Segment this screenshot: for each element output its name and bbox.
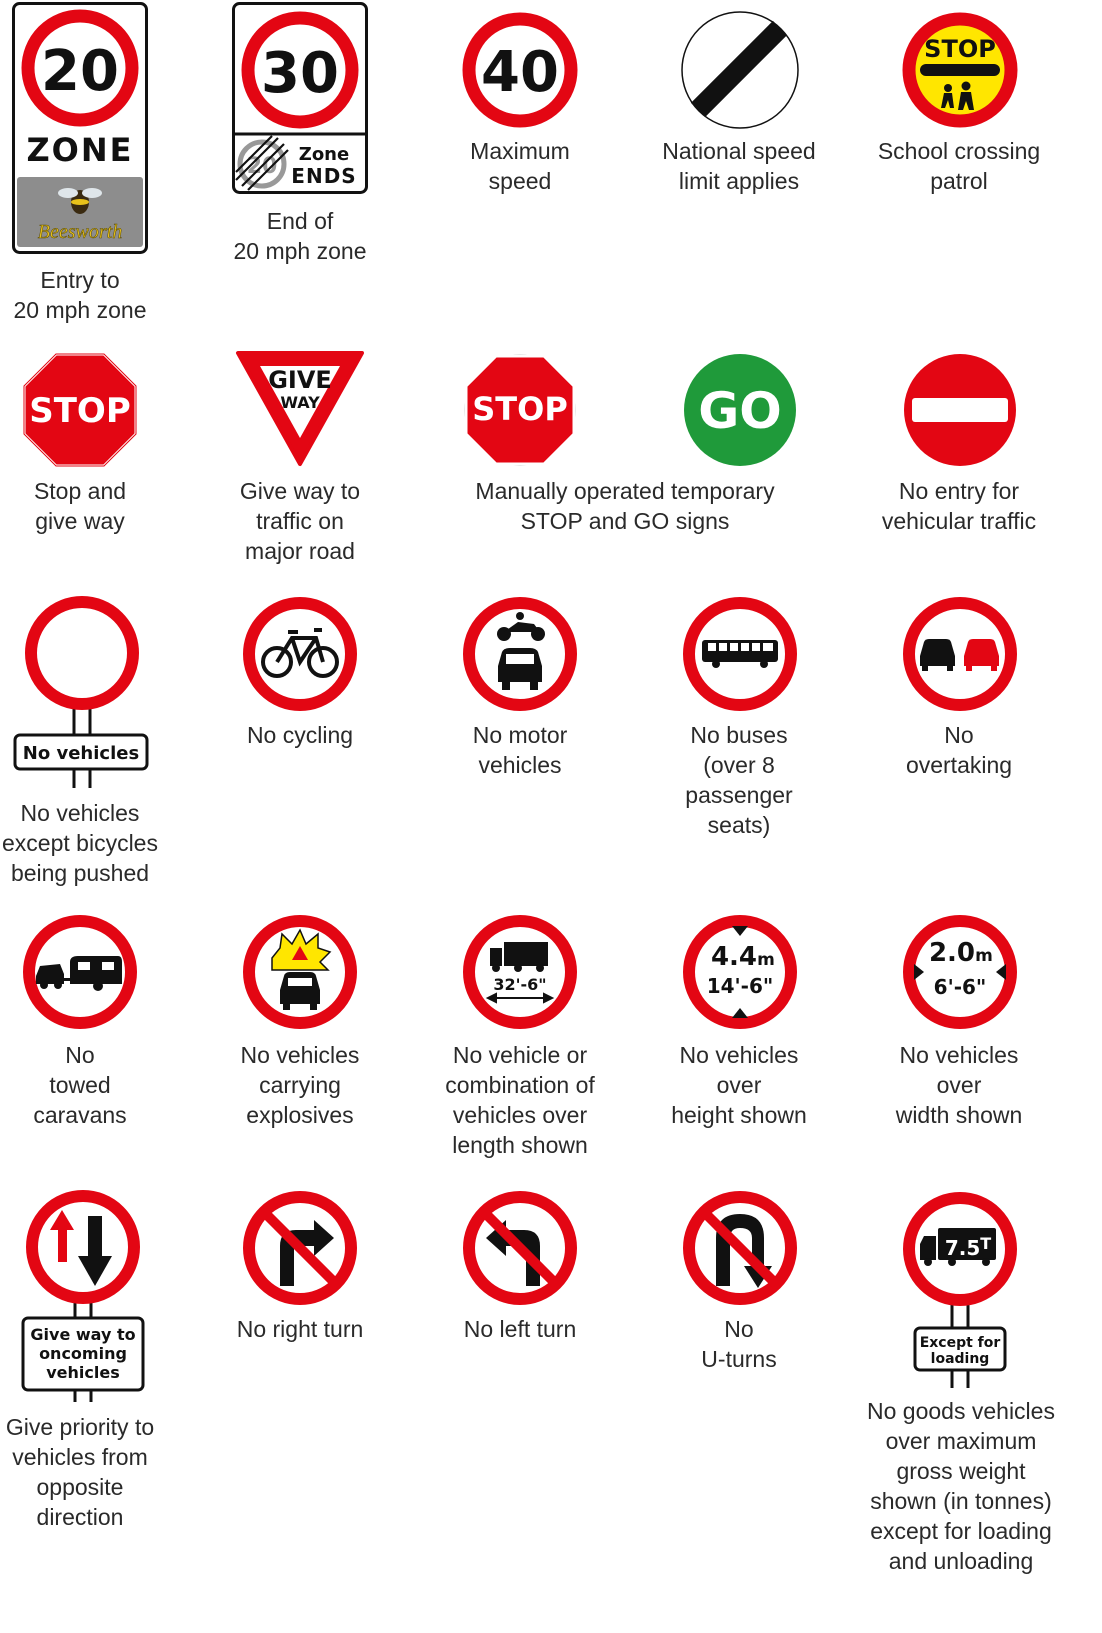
no-left-turn-sign <box>463 1191 577 1305</box>
speed-40-number: 40 <box>481 40 559 105</box>
school-crossing-patrol-sign: STOP <box>902 12 1018 128</box>
national-speed-limit-sign <box>681 11 799 129</box>
svg-text:vehicles: vehicles <box>46 1363 120 1382</box>
caption-no-cycling: No cycling <box>246 722 354 748</box>
caption-no-entry: No entry for vehicular traffic <box>881 478 1037 534</box>
svg-text:loading: loading <box>931 1351 990 1367</box>
zone-word: ZONE <box>26 131 133 169</box>
way-word: WAY <box>280 393 320 412</box>
max-speed-40-sign: 40 <box>462 12 578 128</box>
go-word: GO <box>698 382 782 440</box>
no-cycling-sign <box>243 597 357 711</box>
caption-no-width: No vehicles over width shown <box>895 1042 1023 1128</box>
svg-text:2.0: 2.0 <box>929 938 975 968</box>
caption-no-caravans: No towed caravans <box>33 1042 127 1128</box>
caption-national-speed: National speed limit applies <box>662 138 816 194</box>
zone-end-sign: 30 20 Zone ENDS <box>232 2 368 194</box>
no-u-turn-sign <box>683 1191 797 1305</box>
svg-text:4.4: 4.4 <box>711 942 757 972</box>
caption-max-speed: Maximum speed <box>470 138 570 194</box>
stop-word: STOP <box>29 391 131 431</box>
caption-no-vehicles: No vehicles except bicycles being pushed <box>2 800 158 886</box>
caption-priority: Give priority to vehicles from opposite … <box>5 1414 155 1530</box>
go-sign: GO <box>684 354 796 466</box>
caption-no-u-turn: No U-turns <box>701 1316 777 1372</box>
no-entry-sign <box>904 354 1016 466</box>
weight-unit: T <box>980 1234 991 1253</box>
weight-value: 7.5 <box>945 1236 980 1260</box>
give-word: GIVE <box>268 366 332 394</box>
caption-no-left: No left turn <box>463 1316 577 1342</box>
caption-zone-20-entry: Entry to 20 mph zone <box>13 267 147 323</box>
caption-no-goods: No goods vehicles over maximum gross wei… <box>867 1398 1055 1574</box>
no-vehicles-plate: No vehicles <box>23 743 139 764</box>
svg-text:Except for: Except for <box>920 1335 1001 1351</box>
temporary-stop-word: STOP <box>472 390 568 428</box>
svg-text:oncoming: oncoming <box>39 1344 127 1363</box>
width-unit: m <box>975 946 993 966</box>
caption-zone-end: End of 20 mph zone <box>233 208 367 264</box>
height-unit: m <box>757 950 775 970</box>
caption-no-right: No right turn <box>236 1316 364 1342</box>
town-name: Beesworth <box>38 221 122 243</box>
priority-oncoming-sign: Give way tooncomingvehicles <box>21 1190 145 1402</box>
width-metric: 2.0 <box>929 938 975 968</box>
zone-end-number: 30 <box>261 41 339 106</box>
caption-stop-go: Manually operated temporary STOP and GO … <box>475 478 775 534</box>
no-overtaking-sign <box>903 597 1017 711</box>
no-length-sign: 32'-6" <box>463 915 577 1029</box>
no-towed-caravans-sign <box>23 915 137 1029</box>
no-buses-sign <box>683 597 797 711</box>
height-metric: 4.4 <box>711 942 757 972</box>
caption-stop-give-way: Stop and give way <box>33 478 127 534</box>
caption-no-motor: No motor vehicles <box>472 722 568 778</box>
caption-no-length: No vehicle or combination of vehicles ov… <box>445 1042 595 1158</box>
no-right-turn-sign <box>243 1191 357 1305</box>
no-height-sign: 4.4 m 14'-6" <box>683 915 797 1029</box>
zone-20-number: 20 <box>41 39 119 104</box>
no-width-sign: 2.0 m 6'-6" <box>903 915 1017 1029</box>
no-explosives-sign <box>243 915 357 1029</box>
zone-20-entry-sign: 20 ZONE Beesworth <box>12 2 148 254</box>
zone-end-bottom: ENDS <box>291 164 356 188</box>
length-value: 32'-6" <box>493 975 546 994</box>
no-vehicles-sign: No vehicles <box>13 596 149 788</box>
loading-plate: Except forloading <box>920 1335 1001 1367</box>
give-way-sign: GIVE WAY <box>236 351 364 466</box>
caption-no-height: No vehicles over height shown <box>671 1042 807 1128</box>
width-imperial: 6'-6" <box>934 975 987 999</box>
school-stop-word: STOP <box>924 35 996 63</box>
stop-sign: STOP <box>22 352 138 468</box>
caption-no-explosives: No vehicles carrying explosives <box>240 1042 360 1128</box>
caption-school-crossing: School crossing patrol <box>877 138 1041 194</box>
svg-text:Give way to: Give way to <box>30 1325 135 1344</box>
caption-no-overtaking: No overtaking <box>905 722 1013 778</box>
no-motor-vehicles-sign <box>463 597 577 711</box>
caption-no-buses: No buses (over 8 passenger seats) <box>685 722 793 838</box>
no-goods-vehicles-sign: 7.5T Except forloading <box>903 1192 1017 1388</box>
height-imperial: 14'-6" <box>707 974 774 998</box>
caption-give-way: Give way to traffic on major road <box>239 478 361 564</box>
zone-end-top: Zone <box>299 144 349 165</box>
temporary-stop-sign: STOP <box>464 354 576 466</box>
